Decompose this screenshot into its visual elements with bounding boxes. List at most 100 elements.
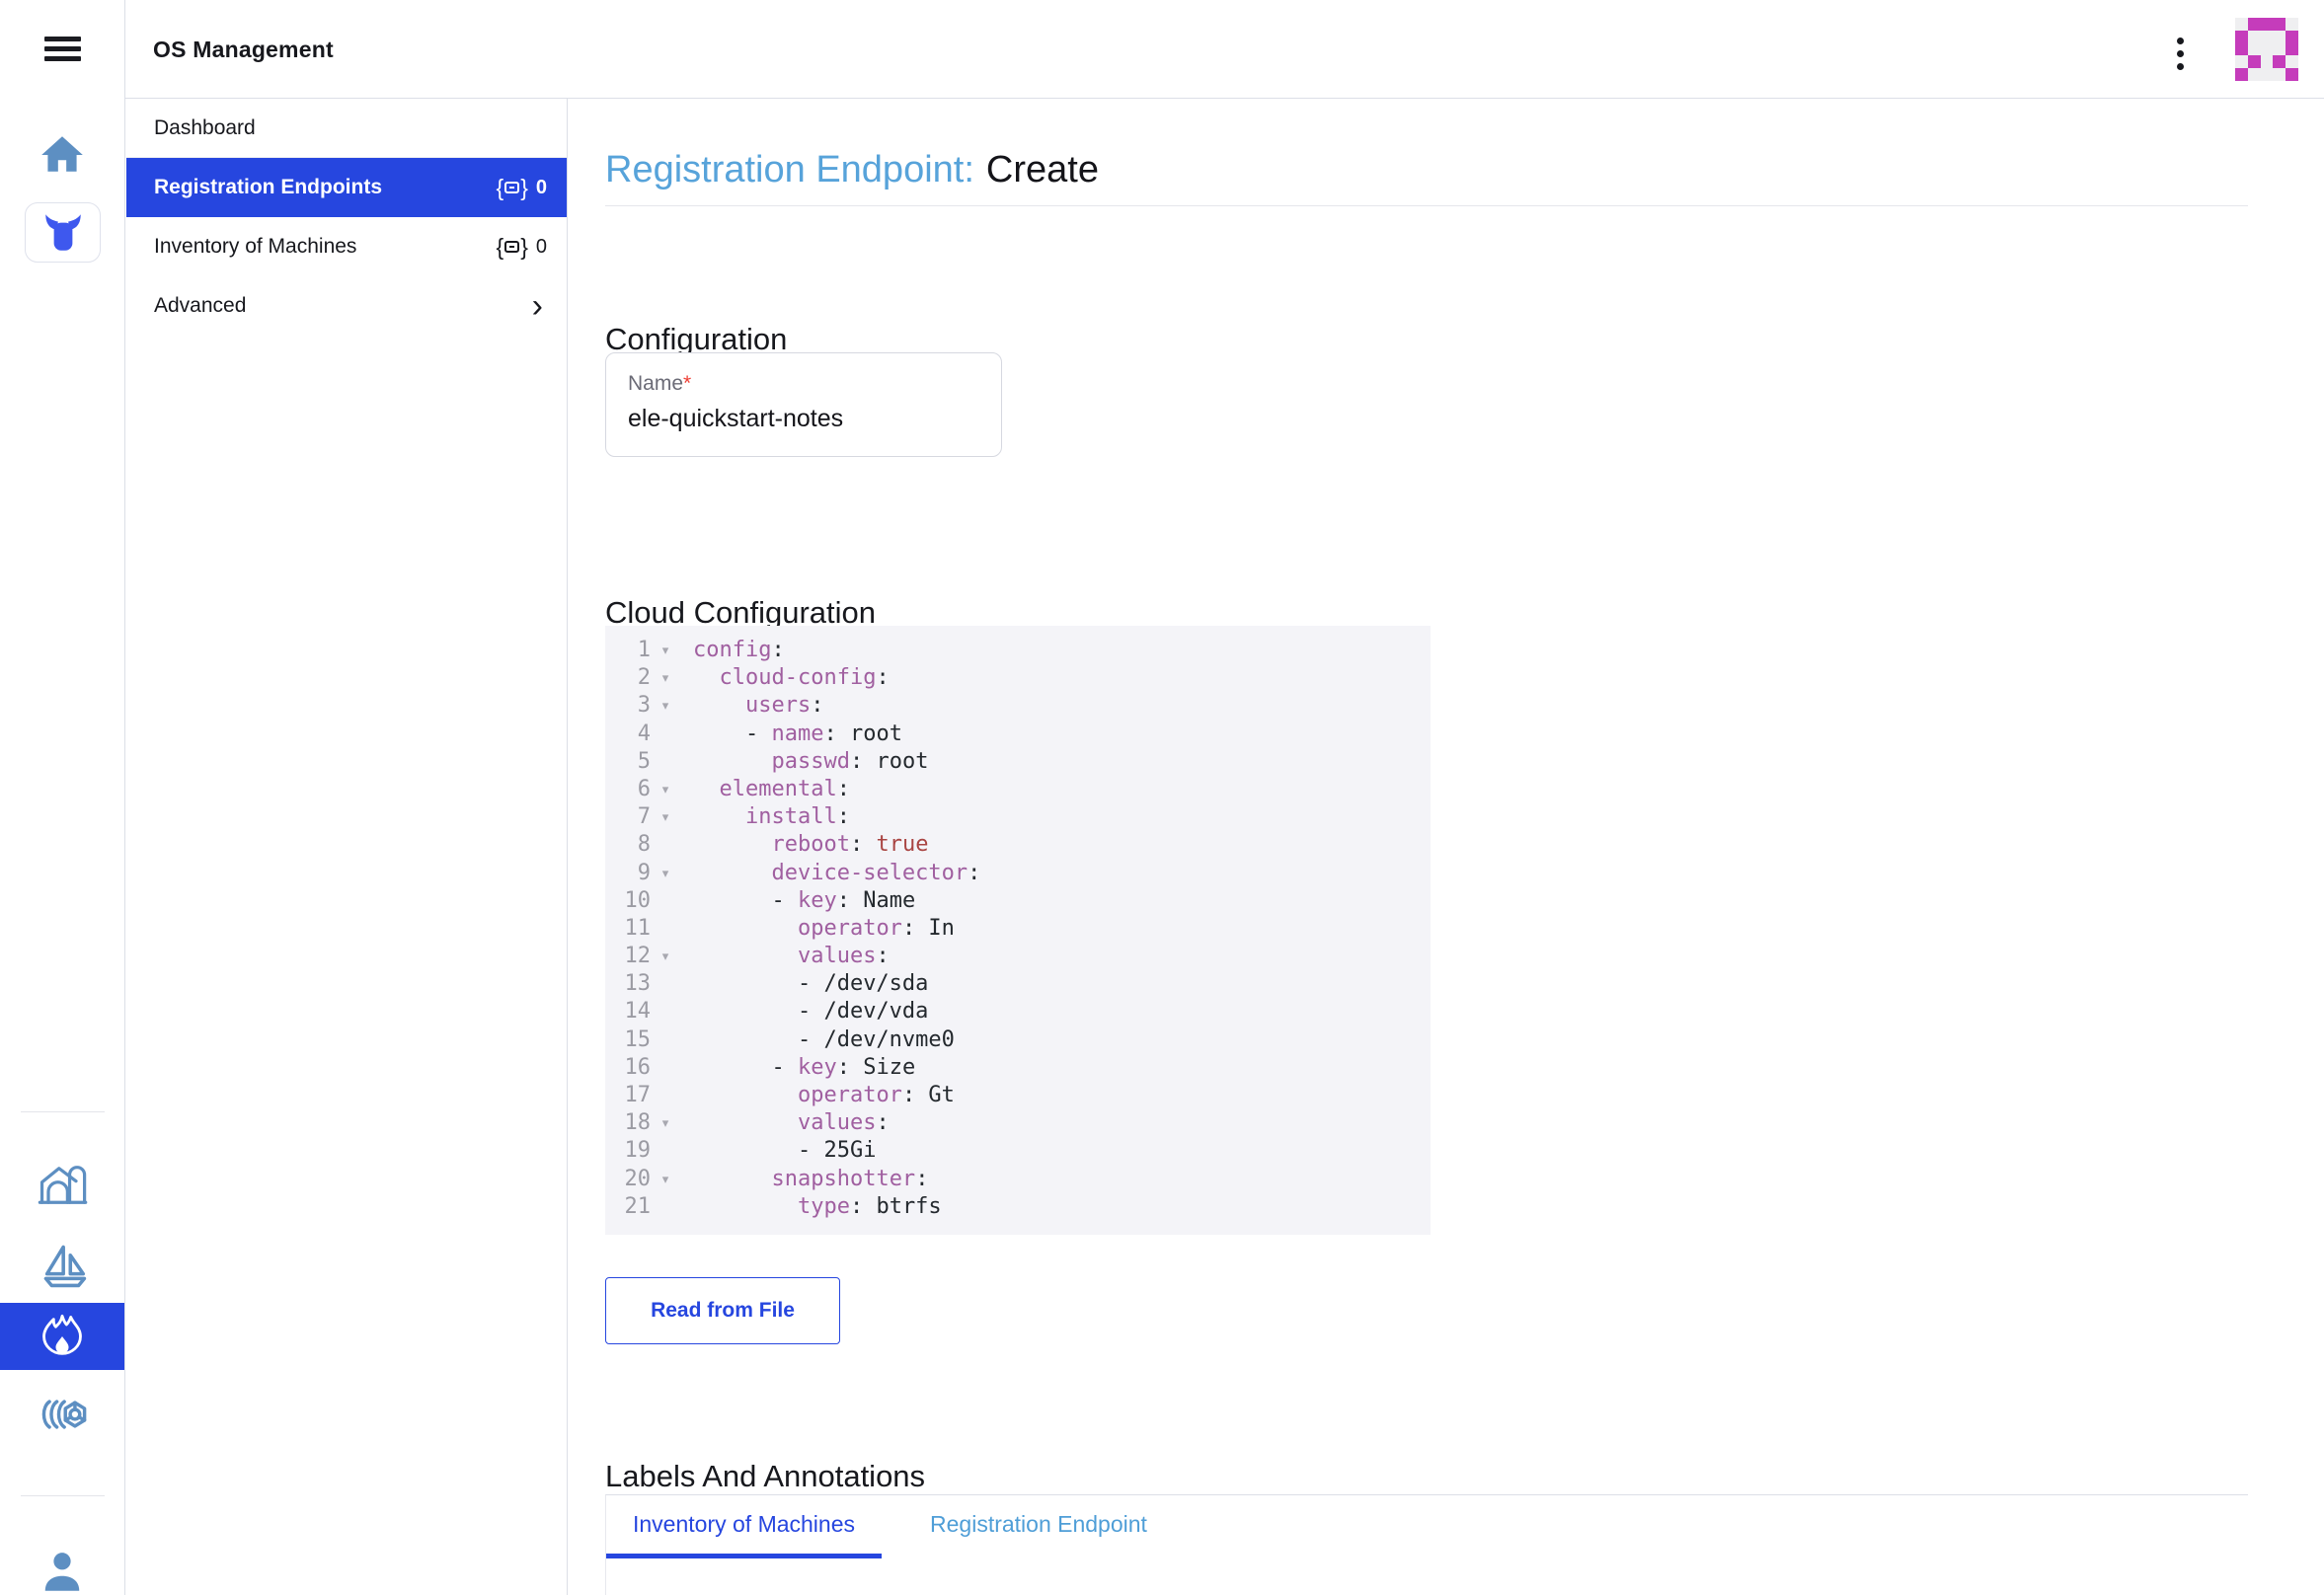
code-line[interactable]: 18▾ values:	[605, 1109, 1431, 1137]
code-line[interactable]: 6▾ elemental:	[605, 776, 1431, 803]
name-field[interactable]: Name*	[605, 352, 1002, 457]
code-line[interactable]: 5 passwd: root	[605, 748, 1431, 776]
sidebar-item-advanced[interactable]: Advanced›	[126, 276, 567, 336]
rail-home-button[interactable]	[0, 128, 124, 180]
rail-sailboat-button[interactable]	[0, 1236, 124, 1291]
line-number: 17	[605, 1082, 651, 1109]
sailboat-icon	[37, 1238, 88, 1289]
sidebar-item-label: Registration Endpoints	[154, 176, 497, 199]
read-from-file-button[interactable]: Read from File	[605, 1277, 840, 1344]
line-number: 6	[605, 776, 651, 803]
code-text: users:	[693, 692, 823, 720]
code-line[interactable]: 13 - /dev/sda	[605, 970, 1431, 998]
cattle-head-icon	[39, 210, 88, 256]
line-number: 1	[605, 637, 651, 664]
fold-arrow-icon[interactable]: ▾	[651, 637, 680, 664]
code-text: reboot: true	[693, 831, 928, 859]
code-text: values:	[693, 943, 890, 970]
elemental-pixel-logo	[2235, 18, 2298, 81]
line-number: 16	[605, 1054, 651, 1082]
line-number: 3	[605, 692, 651, 720]
rail-extension-button[interactable]	[0, 1390, 124, 1439]
code-text: - /dev/sda	[693, 970, 928, 998]
tab-registration-endpoint[interactable]: Registration Endpoint	[903, 1495, 1174, 1558]
tab-row: Inventory of Machines Registration Endpoi…	[606, 1495, 2248, 1558]
code-line[interactable]: 1▾ config:	[605, 637, 1431, 664]
code-line[interactable]: 10 - key: Name	[605, 887, 1431, 915]
code-line[interactable]: 2▾ cloud-config:	[605, 664, 1431, 692]
code-line[interactable]: 7▾ install:	[605, 803, 1431, 831]
line-number: 2	[605, 664, 651, 692]
sidebar-item-dashboard[interactable]: Dashboard	[126, 99, 567, 158]
main-content: Registration Endpoint:Create Configurati…	[569, 99, 2324, 1595]
code-text: operator: Gt	[693, 1082, 955, 1109]
name-input[interactable]	[628, 405, 979, 433]
code-line[interactable]: 9▾ device-selector:	[605, 860, 1431, 887]
code-line[interactable]: 20▾ snapshotter:	[605, 1166, 1431, 1193]
line-number: 20	[605, 1166, 651, 1193]
code-text: elemental:	[693, 776, 850, 803]
fold-arrow-icon[interactable]: ▾	[651, 860, 680, 887]
code-line[interactable]: 21 type: btrfs	[605, 1193, 1431, 1221]
code-text: type: btrfs	[693, 1193, 942, 1221]
code-line[interactable]: 12▾ values:	[605, 943, 1431, 970]
section-labels-annotations-heading: Labels And Annotations	[605, 1459, 925, 1494]
rail-divider	[21, 1495, 105, 1496]
tab-inventory-of-machines[interactable]: Inventory of Machines	[606, 1495, 882, 1558]
code-text: - key: Size	[693, 1054, 915, 1082]
page-title-type: Registration Endpoint:	[605, 149, 974, 190]
sidebar-nav: DashboardRegistration Endpoints{}0Invent…	[126, 99, 568, 1595]
code-text: - /dev/nvme0	[693, 1026, 955, 1054]
sidebar-item-inventory-of-machines[interactable]: Inventory of Machines{}0	[126, 217, 567, 276]
code-text: - name: root	[693, 721, 902, 748]
chevrons-wheel-icon	[35, 1393, 90, 1436]
fold-arrow-icon[interactable]: ▾	[651, 692, 680, 720]
code-line[interactable]: 11 operator: In	[605, 915, 1431, 943]
code-text: - /dev/vda	[693, 998, 928, 1025]
sidebar-item-label: Advanced	[154, 294, 532, 318]
code-line[interactable]: 3▾ users:	[605, 692, 1431, 720]
line-number: 15	[605, 1026, 651, 1054]
code-line[interactable]: 19 - 25Gi	[605, 1137, 1431, 1165]
line-number: 4	[605, 721, 651, 748]
fold-arrow-icon[interactable]: ▾	[651, 1109, 680, 1137]
home-icon	[38, 131, 87, 177]
fold-arrow-icon[interactable]: ▾	[651, 1166, 680, 1193]
hamburger-menu-icon[interactable]	[44, 37, 81, 62]
top-header: OS Management	[125, 0, 2324, 99]
resource-count-badge: {}0	[497, 236, 548, 259]
cloud-config-code-editor[interactable]: 1▾config:2▾ cloud-config:3▾ users:4 - na…	[605, 626, 1431, 1235]
flame-icon	[38, 1312, 87, 1361]
line-number: 12	[605, 943, 651, 970]
code-line[interactable]: 15 - /dev/nvme0	[605, 1026, 1431, 1054]
app-title: OS Management	[153, 0, 334, 99]
code-line[interactable]: 17 operator: Gt	[605, 1082, 1431, 1109]
line-number: 19	[605, 1137, 651, 1165]
line-number: 7	[605, 803, 651, 831]
fold-arrow-icon[interactable]: ▾	[651, 943, 680, 970]
line-number: 5	[605, 748, 651, 776]
rail-user-button[interactable]	[0, 1546, 124, 1595]
rail-barn-button[interactable]	[0, 1159, 124, 1212]
fold-arrow-icon[interactable]: ▾	[651, 803, 680, 831]
rail-os-management-app-button[interactable]	[25, 202, 101, 263]
code-line[interactable]: 14 - /dev/vda	[605, 998, 1431, 1025]
code-line[interactable]: 4 - name: root	[605, 721, 1431, 748]
labels-annotations-panel: Inventory of Machines Registration Endpoi…	[605, 1494, 2248, 1595]
kebab-menu-icon[interactable]	[2175, 36, 2186, 72]
code-text: operator: In	[693, 915, 955, 943]
rail-elemental-active-tile[interactable]	[0, 1303, 124, 1370]
code-text: - 25Gi	[693, 1137, 876, 1165]
code-line[interactable]: 16 - key: Size	[605, 1054, 1431, 1082]
line-number: 9	[605, 860, 651, 887]
fold-arrow-icon[interactable]: ▾	[651, 664, 680, 692]
code-text: snapshotter:	[693, 1166, 928, 1193]
code-text: install:	[693, 803, 850, 831]
code-text: values:	[693, 1109, 890, 1137]
left-icon-rail	[0, 0, 125, 1595]
code-line[interactable]: 8 reboot: true	[605, 831, 1431, 859]
code-text: config:	[693, 637, 785, 664]
line-number: 11	[605, 915, 651, 943]
fold-arrow-icon[interactable]: ▾	[651, 776, 680, 803]
sidebar-item-registration-endpoints[interactable]: Registration Endpoints{}0	[126, 158, 567, 217]
